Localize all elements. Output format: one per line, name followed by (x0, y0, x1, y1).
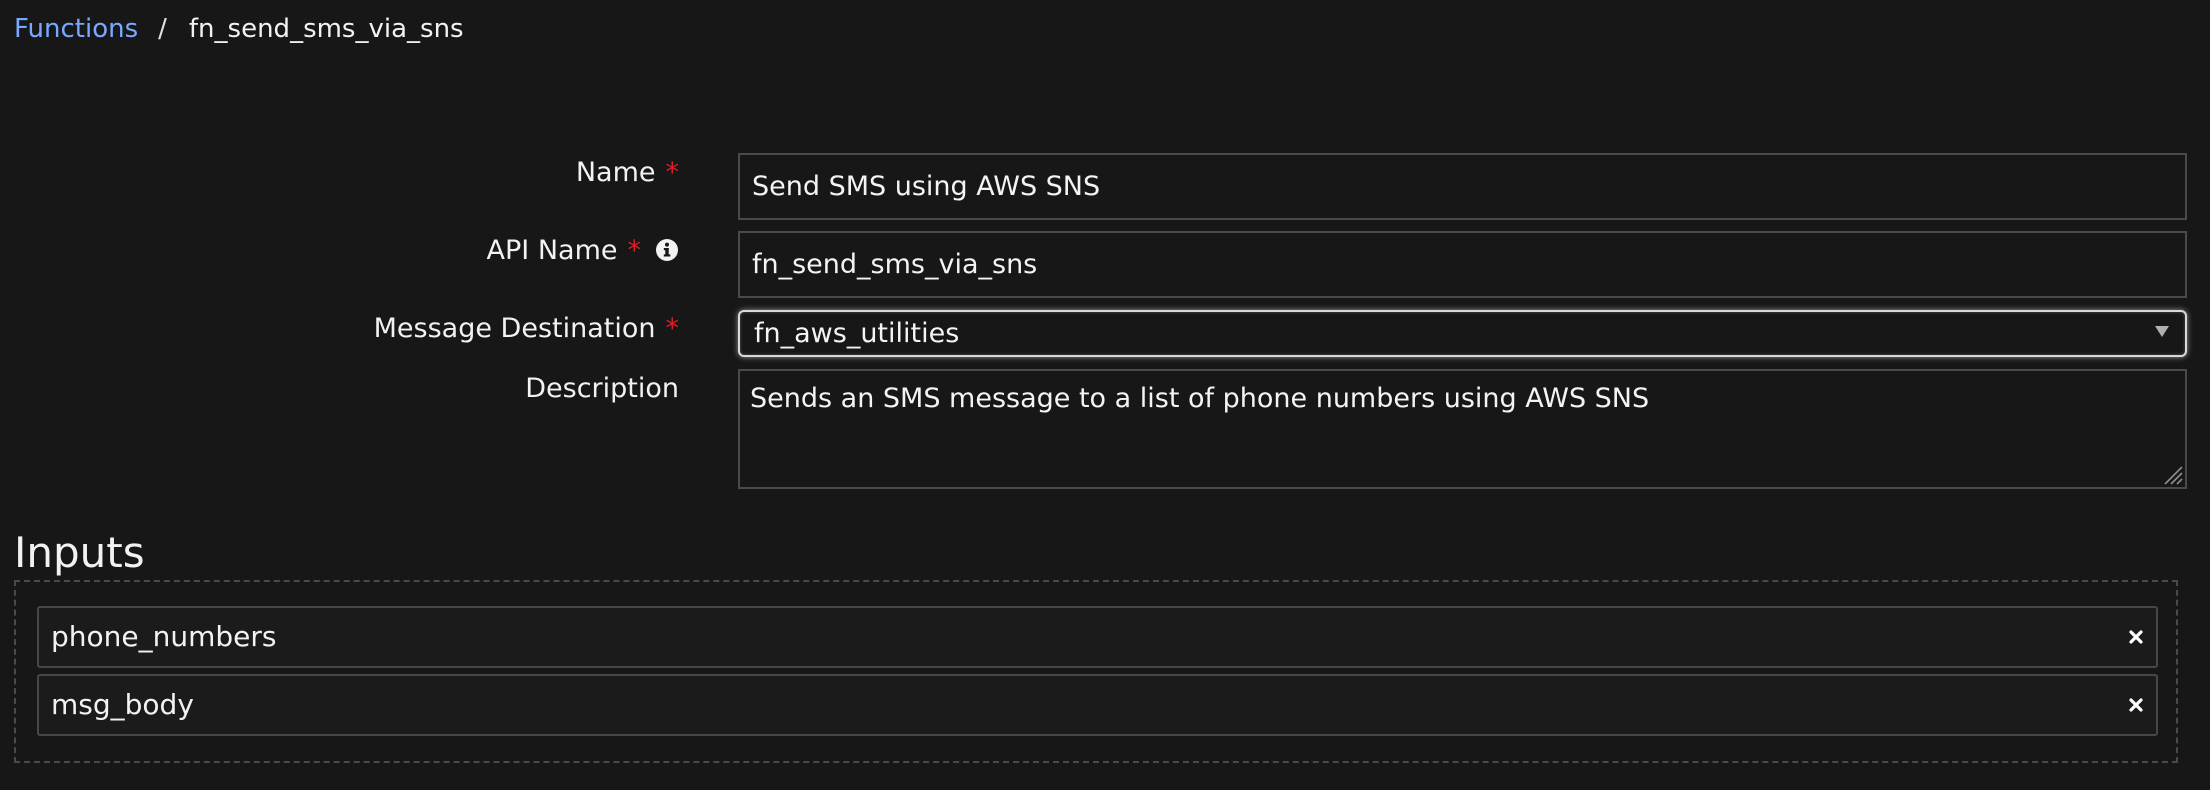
inputs-heading: Inputs (14, 528, 145, 577)
inputs-dropzone[interactable]: phone_numbers msg_body (14, 580, 2178, 763)
message-destination-label: Message Destination (373, 313, 656, 344)
required-marker: * (665, 157, 680, 188)
info-icon[interactable] (655, 237, 679, 261)
required-marker: * (665, 313, 680, 344)
description-value: Sends an SMS message to a list of phone … (750, 383, 1650, 414)
breadcrumb-functions-link[interactable]: Functions (14, 14, 138, 44)
name-input[interactable]: Send SMS using AWS SNS (738, 153, 2187, 220)
breadcrumb-separator: / (158, 14, 167, 44)
message-destination-value: fn_aws_utilities (754, 318, 960, 349)
api-name-label-row: API Name * (487, 234, 679, 268)
input-item-label: msg_body (51, 688, 194, 721)
close-icon[interactable] (2126, 695, 2146, 715)
api-name-input[interactable]: fn_send_sms_via_sns (738, 231, 2187, 298)
name-input-value: Send SMS using AWS SNS (752, 171, 1101, 202)
name-label: Name (575, 157, 656, 188)
required-marker: * (627, 235, 642, 266)
input-item-label: phone_numbers (51, 620, 277, 653)
name-label-row: Name * (576, 156, 679, 190)
breadcrumb-current: fn_send_sms_via_sns (188, 14, 464, 44)
api-name-label: API Name (486, 235, 618, 266)
chevron-down-icon (2155, 326, 2169, 337)
input-item-phone-numbers[interactable]: phone_numbers (37, 606, 2158, 668)
description-label-row: Description (525, 372, 679, 406)
description-label: Description (525, 373, 679, 404)
resize-handle-icon[interactable] (2161, 463, 2183, 485)
close-icon[interactable] (2126, 627, 2146, 647)
message-destination-label-row: Message Destination * (374, 312, 679, 346)
input-item-msg-body[interactable]: msg_body (37, 674, 2158, 736)
function-editor-page: Functions / fn_send_sms_via_sns Name * Send… (0, 0, 2210, 790)
api-name-input-value: fn_send_sms_via_sns (752, 249, 1038, 280)
description-textarea[interactable]: Sends an SMS message to a list of phone … (738, 369, 2187, 489)
message-destination-select[interactable]: fn_aws_utilities (738, 310, 2187, 357)
breadcrumb: Functions / fn_send_sms_via_sns (14, 12, 464, 46)
